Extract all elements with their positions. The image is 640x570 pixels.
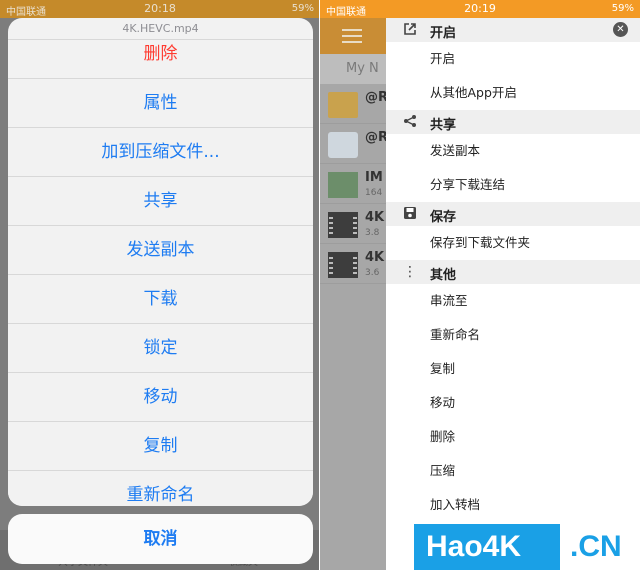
video-file-icon [328, 212, 358, 238]
action-rename[interactable]: 重新命名 [8, 471, 313, 506]
action-properties[interactable]: 属性 [8, 79, 313, 128]
list-item-size: 3.8 [365, 228, 380, 238]
battery-label: 59% [611, 3, 634, 14]
cancel-button[interactable]: 取消 [8, 514, 313, 564]
clock: 20:19 [464, 2, 496, 15]
list-item-name: @R [365, 90, 386, 105]
list-item: @R [320, 124, 386, 164]
section-title: 开启 [430, 26, 457, 41]
right-screen: 中国联通 20:19 59% My N @R @R IM 164 4K 3.8 … [320, 0, 640, 570]
menu-move[interactable]: 移动 [386, 386, 640, 420]
action-sheet-title: 4K.HEVC.mp4 [8, 18, 313, 40]
section-save: 保存 [386, 202, 640, 226]
action-download[interactable]: 下载 [8, 275, 313, 324]
section-title: 共享 [430, 118, 457, 133]
recycle-bin-icon [328, 132, 358, 158]
close-icon[interactable]: ✕ [613, 22, 628, 37]
action-add-to-archive[interactable]: 加到压缩文件... [8, 128, 313, 177]
share-icon [402, 114, 418, 130]
menu-delete[interactable]: 删除 [386, 420, 640, 454]
list-item-name: 4K [365, 250, 385, 265]
menu-rename[interactable]: 重新命名 [386, 318, 640, 352]
section-title: 其他 [430, 268, 457, 283]
action-send-copy[interactable]: 发送副本 [8, 226, 313, 275]
status-bar: 中国联通 20:19 59% [320, 0, 640, 18]
save-icon [402, 206, 418, 222]
menu-compress[interactable]: 压缩 [386, 454, 640, 488]
list-item-name: 4K [365, 210, 385, 225]
file-action-panel: 开启 ✕ 开启 从其他App开启 共享 发送副本 分享下载连结 保存 保存到下载… [386, 18, 640, 570]
action-sheet-scroll[interactable]: 删除 属性 加到压缩文件... 共享 发送副本 下载 锁定 移动 复制 重新命名 [8, 40, 313, 506]
action-copy[interactable]: 复制 [8, 422, 313, 471]
image-thumbnail-icon [328, 172, 358, 198]
watermark-text-domain: .CN [560, 524, 638, 570]
status-bar: 中国联通 20:18 59% [0, 0, 320, 18]
folder-icon [328, 92, 358, 118]
list-item-size: 3.6 [365, 268, 380, 278]
action-delete[interactable]: 删除 [8, 40, 313, 79]
list-item: 4K 3.6 [320, 244, 386, 284]
section-share: 共享 [386, 110, 640, 134]
action-share[interactable]: 共享 [8, 177, 313, 226]
list-item-name: @R [365, 130, 386, 145]
video-file-icon [328, 252, 358, 278]
menu-copy[interactable]: 复制 [386, 352, 640, 386]
menu-icon [342, 29, 362, 43]
battery-label: 59% [291, 3, 314, 14]
action-sheet: 4K.HEVC.mp4 删除 属性 加到压缩文件... 共享 发送副本 下载 锁… [8, 18, 313, 506]
menu-share-download-link[interactable]: 分享下载连结 [386, 168, 640, 202]
menu-add-to-transcode[interactable]: 加入转档 [386, 488, 640, 522]
list-item-size: 164 [365, 188, 383, 198]
list-item: 4K 3.8 [320, 204, 386, 244]
open-external-icon [402, 22, 418, 38]
breadcrumb: My N [320, 54, 386, 84]
menu-send-copy[interactable]: 发送副本 [386, 134, 640, 168]
menu-stream-to[interactable]: 串流至 [386, 284, 640, 318]
more-vertical-icon: ⋮ [403, 264, 417, 280]
watermark-logo: Hao4K .CN [414, 524, 638, 570]
section-open: 开启 ✕ [386, 18, 640, 42]
menu-save-to-downloads[interactable]: 保存到下载文件夹 [386, 226, 640, 260]
section-other: ⋮ 其他 [386, 260, 640, 284]
menu-open[interactable]: 开启 [386, 42, 640, 76]
list-item-name: IM [365, 170, 383, 185]
clock: 20:18 [144, 2, 176, 15]
list-item: IM 164 [320, 164, 386, 204]
menu-open-in-other-app[interactable]: 从其他App开启 [386, 76, 640, 110]
background-file-list: My N @R @R IM 164 4K 3.8 4K 3.6 [320, 18, 386, 570]
section-title: 保存 [430, 210, 457, 225]
watermark-text-main: Hao4K [414, 524, 560, 570]
list-item: @R [320, 84, 386, 124]
action-lock[interactable]: 锁定 [8, 324, 313, 373]
action-move[interactable]: 移动 [8, 373, 313, 422]
left-screen: 中国联通 20:18 59% 共享文件夹 收藏夹 4K.HEVC.mp4 删除 … [0, 0, 320, 570]
background-navbar [320, 18, 386, 54]
